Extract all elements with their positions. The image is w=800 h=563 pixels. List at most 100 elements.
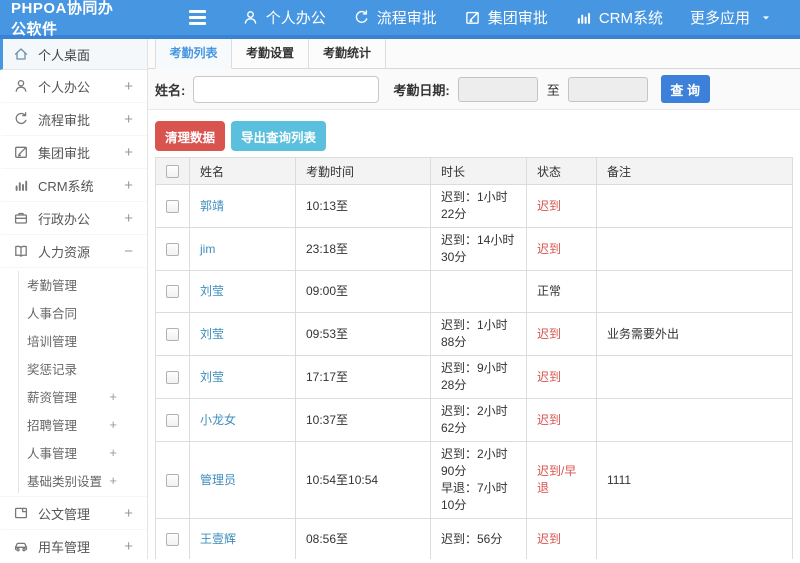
- expand-icon[interactable]: +: [124, 112, 133, 127]
- cell-duration: 迟到：2小时62分: [430, 398, 527, 442]
- sidebar-subitem-recruit-mgmt[interactable]: 招聘管理 +: [0, 410, 147, 438]
- row-checkbox[interactable]: [166, 242, 179, 256]
- duration-line: 迟到：9小时28分: [441, 361, 508, 392]
- employee-name-link[interactable]: 小龙女: [200, 413, 236, 427]
- cell-attendance-time: 10:13至: [295, 184, 431, 228]
- row-checkbox[interactable]: [166, 413, 179, 427]
- expand-icon[interactable]: +: [124, 539, 133, 554]
- cell-status: 迟到: [526, 227, 597, 271]
- table-header-row: 姓名 考勤时间 时长 状态 备注: [155, 157, 793, 185]
- sidebar-item-label: 行政办公: [38, 211, 91, 227]
- cell-status: 迟到: [526, 312, 597, 356]
- row-checkbox[interactable]: [166, 199, 179, 213]
- cell-status: 迟到/早退: [526, 441, 597, 519]
- search-button[interactable]: 查 询: [660, 75, 710, 103]
- expand-icon[interactable]: +: [109, 474, 117, 487]
- tab-attendance-list[interactable]: 考勤列表: [155, 39, 232, 69]
- sidebar-item-desktop[interactable]: 个人桌面: [0, 39, 147, 70]
- sidebar-item-label: CRM系统: [38, 178, 94, 194]
- status-badge: 迟到: [537, 198, 562, 213]
- column-header-0: 姓名: [189, 157, 296, 185]
- expand-icon[interactable]: +: [124, 178, 133, 193]
- sidebar-subitem-personnel-mgmt[interactable]: 人事管理 +: [0, 438, 147, 466]
- employee-name-link[interactable]: 管理员: [200, 473, 236, 487]
- sidebar-subitem-base-category[interactable]: 基础类别设置 +: [0, 466, 147, 494]
- expand-icon[interactable]: +: [124, 79, 133, 94]
- tab-attendance-stats[interactable]: 考勤统计: [309, 39, 386, 68]
- sidebar-item-group-approval[interactable]: 集团审批 +: [0, 136, 147, 169]
- select-all-checkbox[interactable]: [166, 165, 179, 179]
- cell-duration: 迟到：14小时30分: [430, 227, 527, 271]
- sidebar-item-personal-office[interactable]: 个人办公 +: [0, 70, 147, 103]
- employee-name-link[interactable]: 王壹辉: [200, 532, 236, 546]
- row-checkbox[interactable]: [166, 533, 179, 547]
- cell-remark: 业务需要外出: [596, 312, 793, 356]
- employee-name-link[interactable]: 刘莹: [200, 370, 224, 384]
- page-layout: 个人桌面 个人办公 + 流程审批 + 集团审批 + CRM系统 + 行政办公 + 人力资源 − 考勤管理人…: [0, 39, 800, 559]
- sidebar-item-label: 个人办公: [38, 79, 91, 95]
- row-checkbox-cell: [155, 355, 190, 399]
- row-checkbox[interactable]: [166, 285, 179, 299]
- sidebar-item-label: 用车管理: [38, 539, 91, 555]
- sidebar-subitem-label: 人事管理: [27, 446, 78, 461]
- employee-name-link[interactable]: 刘莹: [200, 284, 224, 298]
- hamburger-icon[interactable]: [188, 10, 206, 25]
- clear-data-button[interactable]: 清理数据: [155, 121, 226, 151]
- doc-icon: [13, 505, 29, 521]
- date-from-input[interactable]: [457, 76, 538, 102]
- expand-icon[interactable]: +: [124, 145, 133, 160]
- sidebar-item-admin-office[interactable]: 行政办公 +: [0, 202, 147, 235]
- cell-duration: 迟到：9小时28分: [430, 355, 527, 399]
- cell-status: 迟到: [526, 355, 597, 399]
- collapse-icon[interactable]: −: [124, 244, 133, 259]
- main-content: 考勤列表 考勤设置 考勤统计 姓名: 考勤日期: 至 查 询 清理数据 导出查询列表…: [148, 39, 800, 559]
- status-badge: 迟到: [537, 369, 562, 384]
- employee-name-link[interactable]: jim: [200, 242, 215, 256]
- sidebar-item-vehicle-mgmt[interactable]: 用车管理 +: [0, 530, 147, 559]
- topnav-item-personal-office[interactable]: 个人办公: [242, 7, 326, 28]
- sidebar-item-hr[interactable]: 人力资源 −: [0, 235, 147, 268]
- export-list-button[interactable]: 导出查询列表: [231, 121, 327, 151]
- cell-attendance-time: 08:56至: [295, 518, 431, 559]
- expand-icon[interactable]: +: [109, 418, 117, 431]
- date-to-input[interactable]: [567, 76, 648, 102]
- topnav-item-label: CRM系统: [598, 10, 663, 27]
- column-header-4: 备注: [596, 157, 793, 185]
- sidebar-item-crm[interactable]: CRM系统 +: [0, 169, 147, 202]
- expand-icon[interactable]: +: [109, 390, 117, 403]
- row-checkbox-cell: [155, 312, 190, 356]
- sidebar-subitem-hr-contract[interactable]: 人事合同: [0, 298, 147, 326]
- tab-attendance-settings[interactable]: 考勤设置: [232, 39, 309, 68]
- row-checkbox[interactable]: [166, 473, 179, 487]
- employee-name-link[interactable]: 郭靖: [200, 199, 224, 213]
- status-badge: 迟到: [537, 532, 562, 546]
- sidebar-item-document-mgmt[interactable]: 公文管理 +: [0, 497, 147, 530]
- row-checkbox[interactable]: [166, 327, 179, 341]
- cell-remark: [596, 184, 793, 228]
- expand-icon[interactable]: +: [124, 211, 133, 226]
- sidebar-subitem-salary-mgmt[interactable]: 薪资管理 +: [0, 382, 147, 410]
- process-arrow-icon: [13, 111, 29, 127]
- cell-remark: [596, 518, 793, 559]
- sidebar-item-label: 集团审批: [38, 145, 91, 161]
- filter-bar: 姓名: 考勤日期: 至 查 询: [148, 69, 800, 110]
- expand-icon[interactable]: +: [109, 446, 117, 459]
- name-label: 姓名:: [155, 82, 186, 98]
- sidebar-subitem-reward-record[interactable]: 奖惩记录: [0, 354, 147, 382]
- caret-down-icon: [759, 11, 773, 25]
- sidebar-subitem-training-mgmt[interactable]: 培训管理: [0, 326, 147, 354]
- topnav-item-more-apps[interactable]: 更多应用: [690, 7, 773, 28]
- topnav-item-crm[interactable]: CRM系统: [575, 7, 663, 28]
- topnav-item-workflow-approval[interactable]: 流程审批: [353, 7, 437, 28]
- cell-name: 郭靖: [189, 184, 296, 228]
- duration-line: 迟到：1小时22分: [441, 190, 508, 221]
- employee-name-link[interactable]: 刘莹: [200, 327, 224, 341]
- sidebar-subitem-attendance-mgmt[interactable]: 考勤管理: [0, 270, 147, 298]
- name-input[interactable]: [193, 75, 380, 103]
- book-icon: [13, 243, 29, 259]
- sidebar-item-workflow-approval[interactable]: 流程审批 +: [0, 103, 147, 136]
- expand-icon[interactable]: +: [124, 506, 133, 521]
- duration-line: 迟到：1小时88分: [441, 318, 508, 349]
- row-checkbox[interactable]: [166, 370, 179, 384]
- topnav-item-group-approval[interactable]: 集团审批: [464, 7, 548, 28]
